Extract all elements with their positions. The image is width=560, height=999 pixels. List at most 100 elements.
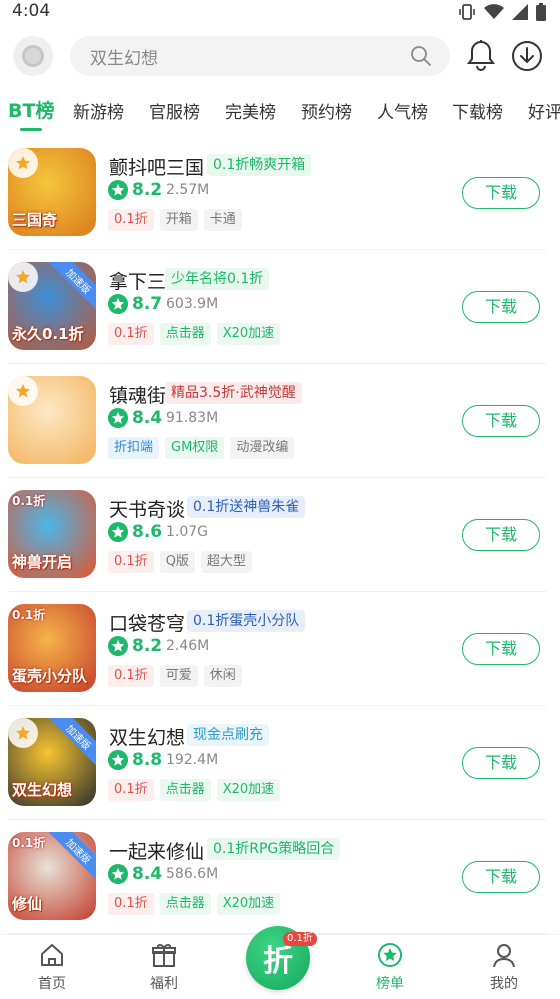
promo-badge: 现金点刷充 [187,724,269,746]
rank-star-badge-icon [8,262,38,292]
ranking-tabs: BT榜 新游榜 官服榜 完美榜 预约榜 人气榜 下载榜 好评 [0,90,560,136]
game-tags: 0.1折 点击器 X20加速 [108,893,281,915]
star-icon [108,180,128,200]
rating: 8.4 [108,864,162,884]
game-tag: 可爱 [159,665,198,687]
active-tab-indicator [20,128,42,131]
game-tag: 点击器 [159,323,211,345]
tab-rating[interactable]: 好评 [528,98,560,123]
game-name[interactable]: 口袋苍穹 [109,609,185,636]
search-input[interactable]: 双生幻想 [70,36,450,76]
game-size: 2.46M [166,638,210,654]
tab-reservation[interactable]: 预约榜 [301,98,352,123]
icon-caption: 双生幻想 [12,781,73,799]
tab-official[interactable]: 官服榜 [149,98,200,123]
tab-downloads[interactable]: 下载榜 [452,98,503,123]
tab-popular[interactable]: 人气榜 [377,98,428,123]
profile-icon [493,944,515,968]
icon-discount-label: 0.1折 [12,608,46,622]
tab-bt[interactable]: BT榜 [8,96,54,123]
game-tags: 0.1折 开箱 卡通 [108,209,242,231]
nav-welfare[interactable]: 福利 [134,941,194,993]
search-placeholder: 双生幻想 [90,48,158,69]
game-icon[interactable]: 加速版 永久0.1折 [8,262,96,350]
game-icon[interactable]: 加速版 0.1折 修仙 [8,832,96,920]
game-row[interactable]: 加速版 永久0.1折 拿下三国 少年名将0.1折 8.7 603.9M 0.1折点… [0,250,560,364]
game-row[interactable]: 0.1折 蛋壳小分队 口袋苍穹 0.1折蛋壳小分队 8.2 2.46M 0.1折可… [0,592,560,706]
gift-icon [152,944,176,967]
star-icon [108,408,128,428]
rating-value: 8.4 [132,864,163,884]
rating: 8.7 [108,294,162,314]
download-button[interactable]: 下载 [462,747,540,779]
download-button[interactable]: 下载 [462,861,540,893]
app-logo-icon[interactable] [13,36,53,76]
game-icon[interactable]: 加速版 双生幻想 [8,718,96,806]
game-name[interactable]: 颤抖吧三国 [109,153,204,180]
download-button[interactable]: 下载 [462,405,540,437]
rating: 8.6 [108,522,162,542]
download-button[interactable]: 下载 [462,177,540,209]
game-row[interactable]: 加速版 双生幻想 双生幻想 现金点刷充 8.8 192.4M 0.1折 点击器 X20… [0,706,560,820]
nav-ranking[interactable]: 榜单 [360,941,420,993]
game-tag: 点击器 [159,893,211,915]
battery-icon [536,3,546,21]
icon-caption: 神兽开启 [12,553,73,571]
bell-icon[interactable] [466,39,496,71]
rating: 8.2 [108,636,162,656]
nav-home[interactable]: 首页 [22,941,82,993]
icon-caption: 蛋壳小分队 [12,667,88,685]
tab-perfect[interactable]: 完美榜 [225,98,276,123]
game-tag: X20加速 [216,323,281,345]
game-name[interactable]: 一起来修仙 [109,837,204,864]
promo-badge: 0.1折畅爽开箱 [207,154,312,176]
home-icon [41,944,63,966]
game-tag: 开箱 [159,209,198,231]
rating: 8.2 [108,180,162,200]
game-icon[interactable]: 0.1折神兽开启 [8,490,96,578]
download-icon[interactable] [511,40,543,72]
game-name[interactable]: 天书奇谈 [109,495,185,522]
tab-new-games[interactable]: 新游榜 [73,98,124,123]
star-icon [108,864,128,884]
top-header: 双生幻想 [0,30,560,82]
game-tags: 0.1折 点击器 X20加速 [108,779,281,801]
promo-badge: 精品3.5折·武神觉醒 [165,382,302,404]
promo-badge: 0.1折蛋壳小分队 [187,610,306,632]
nav-welfare-label: 福利 [150,976,178,992]
rating-value: 8.7 [132,294,163,314]
game-tag: Q版 [159,551,195,573]
game-tags: 折扣端 GM权限 动漫改编 [108,437,295,459]
star-icon [108,636,128,656]
game-row[interactable]: 0.1折 神兽开启 天书奇谈 0.1折送神兽朱雀 8.6 1.07G 0.1折 Q版… [0,478,560,592]
game-size: 586.6M [166,866,219,882]
game-tag: 0.1折 [108,323,154,345]
icon-discount-label: 0.1折 [12,494,46,508]
nav-profile[interactable]: 我的 [474,941,534,993]
game-row[interactable]: 三国奇 颤抖吧三国 0.1折畅爽开箱 8.2 2.57M 0.1折 开箱 卡通 下载 [0,136,560,250]
game-size: 603.9M [166,296,219,312]
rating: 8.8 [108,750,162,770]
game-size: 1.07G [166,524,209,540]
game-icon[interactable]: 三国奇 [8,148,96,236]
rating-value: 8.4 [132,408,163,428]
game-icon[interactable]: 0.1折蛋壳小分队 [8,604,96,692]
wifi-icon [484,4,504,19]
promo-badge: 少年名将0.1折 [165,268,270,290]
status-icons [458,3,546,21]
status-bar: 4:04 [0,0,560,24]
game-row[interactable]: 加速版 0.1折 修仙 一起来修仙 0.1折RPG策略回合 8.4 586.6M 0… [0,820,560,934]
game-tag: 超大型 [200,551,252,573]
star-icon [108,294,128,314]
game-tag: X20加速 [216,779,281,801]
game-name[interactable]: 镇魂街 [109,381,166,408]
search-icon[interactable] [410,45,432,67]
download-button[interactable]: 下载 [462,633,540,665]
game-name[interactable]: 双生幻想 [109,723,185,750]
download-button[interactable]: 下载 [462,519,540,551]
game-tag: 点击器 [159,779,211,801]
game-row[interactable]: 镇魂街 精品3.5折·武神觉醒 8.4 91.83M 折扣端 GM权限 动漫改编 下… [0,364,560,478]
game-icon[interactable] [8,376,96,464]
download-button[interactable]: 下载 [462,291,540,323]
icon-discount-label: 0.1折 [12,836,46,850]
